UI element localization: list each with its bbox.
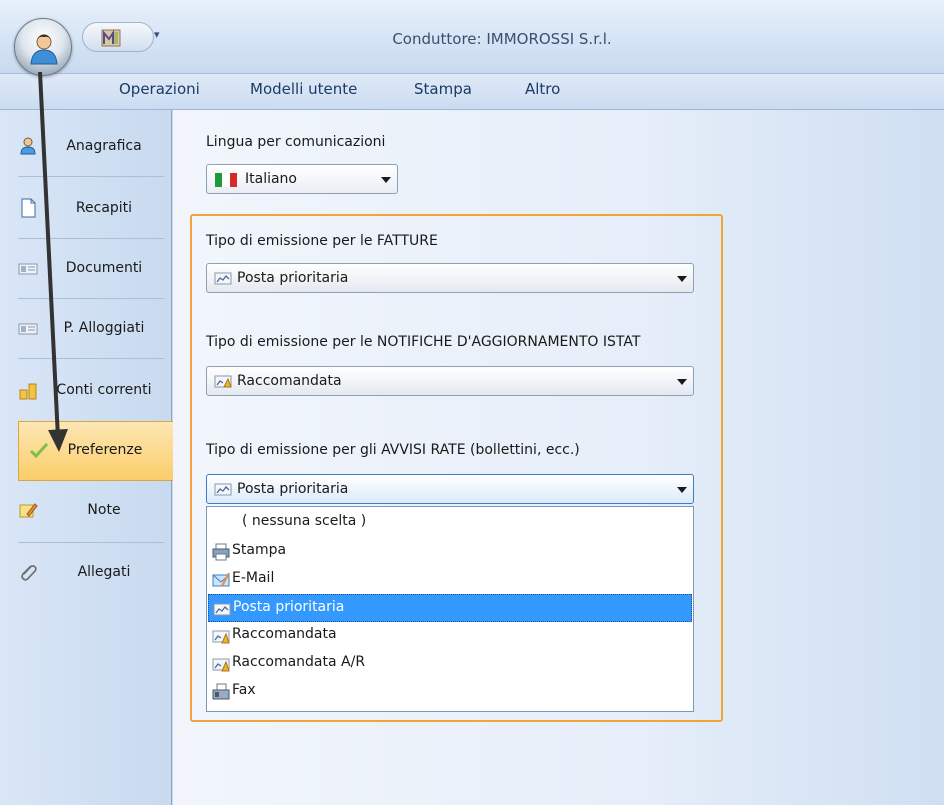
option-nessuna-scelta[interactable]: ( nessuna scelta ) <box>208 509 692 537</box>
language-value: Italiano <box>245 171 297 187</box>
sidebar-item-label: Conti correnti <box>56 382 152 398</box>
option-label: ( nessuna scelta ) <box>242 513 367 529</box>
istat-value: Raccomandata <box>237 373 342 389</box>
sidebar-item-label: Documenti <box>65 260 143 276</box>
option-label: Fax <box>232 682 256 698</box>
avvisi-value: Posta prioritaria <box>237 481 349 497</box>
avvisi-dropdown[interactable]: Posta prioritaria <box>206 474 694 504</box>
registered-mail-icon <box>212 630 230 644</box>
registered-mail-icon <box>214 375 232 388</box>
customize-arrow-icon[interactable]: ▾ <box>154 28 160 41</box>
sidebar-item-label: Allegati <box>77 564 131 580</box>
fatture-value: Posta prioritaria <box>237 270 349 286</box>
document-icon <box>21 198 36 218</box>
divider <box>18 176 164 177</box>
sidebar-item-note[interactable]: Note <box>8 482 172 542</box>
fax-icon <box>212 683 230 700</box>
sidebar-item-preferenze[interactable]: Preferenze <box>18 421 174 481</box>
option-posta-prioritaria[interactable]: Posta prioritaria <box>208 594 692 622</box>
option-label: Raccomandata <box>232 626 337 642</box>
application-window: Conduttore: IMMOROSSI S.r.l. ▾ Operazion… <box>0 0 944 805</box>
avvisi-label: Tipo di emissione per gli AVVISI RATE (b… <box>206 442 580 458</box>
avvisi-options-list: ( nessuna scelta ) Stampa E-Mail Posta p… <box>206 506 694 712</box>
quick-access-toolbar <box>82 22 154 52</box>
sidebar-item-p-alloggiati[interactable]: P. Alloggiati <box>8 300 172 360</box>
id-card-icon <box>18 323 38 335</box>
tab-modelli-utente[interactable]: Modelli utente <box>250 80 357 98</box>
option-fax[interactable]: Fax <box>208 678 692 706</box>
sidebar-item-anagrafica[interactable]: Anagrafica <box>8 118 172 178</box>
tab-operazioni[interactable]: Operazioni <box>119 80 200 98</box>
language-dropdown[interactable]: Italiano <box>206 164 398 194</box>
sidebar-item-recapiti[interactable]: Recapiti <box>8 180 172 240</box>
sidebar-item-label: Note <box>87 502 121 518</box>
fatture-label: Tipo di emissione per le FATTURE <box>206 233 438 249</box>
paperclip-icon <box>21 565 37 581</box>
divider <box>18 358 164 359</box>
priority-mail-icon <box>213 603 231 616</box>
istat-label: Tipo di emissione per le NOTIFICHE D'AGG… <box>206 334 641 350</box>
chevron-down-icon <box>677 379 687 385</box>
option-label: Stampa <box>232 542 287 558</box>
option-raccomandata[interactable]: Raccomandata <box>208 622 692 650</box>
option-raccomandata-ar[interactable]: Raccomandata A/R <box>208 650 692 678</box>
priority-mail-icon <box>214 272 232 285</box>
sidebar-item-documenti[interactable]: Documenti <box>8 240 172 300</box>
id-card-icon <box>18 263 38 275</box>
email-icon <box>212 572 230 587</box>
tab-stampa[interactable]: Stampa <box>414 80 472 98</box>
sidebar-item-conti-correnti[interactable]: Conti correnti <box>8 362 172 422</box>
divider <box>18 298 164 299</box>
sidebar-item-label: Preferenze <box>67 442 143 458</box>
option-label: Posta prioritaria <box>233 599 345 615</box>
option-label: E-Mail <box>232 570 275 586</box>
option-label: Raccomandata A/R <box>232 654 366 670</box>
app-logo-icon[interactable] <box>101 29 121 47</box>
priority-mail-icon <box>214 483 232 496</box>
tab-altro[interactable]: Altro <box>525 80 560 98</box>
printer-icon <box>212 543 230 561</box>
language-label: Lingua per comunicazioni <box>206 134 386 150</box>
sidebar-item-allegati[interactable]: Allegati <box>8 544 172 604</box>
italy-flag-icon <box>215 173 237 187</box>
coins-icon <box>19 383 37 400</box>
ribbon-tabs: Operazioni Modelli utente Stampa Altro <box>0 74 944 110</box>
sidebar-item-label: P. Alloggiati <box>63 320 145 336</box>
sidebar-item-label: Anagrafica <box>66 138 142 154</box>
chevron-down-icon <box>677 276 687 282</box>
user-avatar-icon <box>30 34 58 65</box>
divider <box>18 542 164 543</box>
option-stampa[interactable]: Stampa <box>208 538 692 566</box>
registered-mail-icon <box>212 658 230 672</box>
sidebar-item-label: Recapiti <box>75 200 133 216</box>
note-pencil-icon <box>19 503 38 518</box>
istat-dropdown[interactable]: Raccomandata <box>206 366 694 396</box>
option-email[interactable]: E-Mail <box>208 566 692 594</box>
chevron-down-icon <box>381 177 391 183</box>
fatture-dropdown[interactable]: Posta prioritaria <box>206 263 694 293</box>
divider <box>18 238 164 239</box>
person-card-icon <box>20 137 36 155</box>
application-menu-button[interactable] <box>14 18 72 76</box>
chevron-down-icon <box>677 487 687 493</box>
